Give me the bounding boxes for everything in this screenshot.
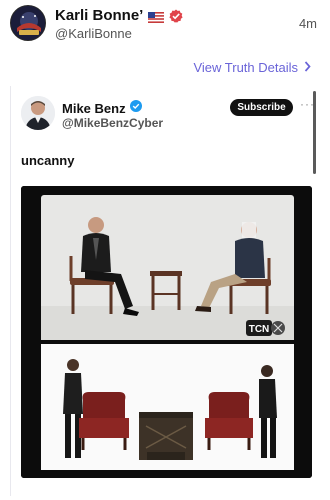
chevron-right-icon: [304, 60, 311, 75]
avatar[interactable]: [10, 5, 46, 41]
quoted-author-name[interactable]: Mike Benz: [62, 101, 126, 116]
verified-check-icon: [129, 99, 142, 117]
subscribe-button[interactable]: Subscribe: [230, 99, 293, 116]
view-truth-details-label: View Truth Details: [193, 60, 298, 75]
quoted-author-name-row: Mike Benz: [62, 99, 142, 117]
quoted-post-text: uncanny: [21, 153, 75, 168]
quoted-author-handle[interactable]: @MikeBenzCyber: [62, 116, 163, 130]
center-chest: [139, 412, 193, 460]
author-handle[interactable]: @KarliBonne: [55, 26, 132, 41]
quoted-post-card[interactable]: Mike Benz @MikeBenzCyber Subscribe ··· u…: [10, 86, 322, 496]
scrollbar[interactable]: [313, 91, 316, 174]
video-media[interactable]: TCN: [21, 186, 312, 478]
verified-badge-icon: [169, 9, 183, 23]
view-truth-details-link[interactable]: View Truth Details: [193, 60, 311, 75]
us-flag-icon: [148, 10, 165, 23]
svg-text:TCN: TCN: [249, 324, 270, 335]
post-timestamp: 4m: [298, 16, 317, 31]
tcn-watermark-icon: TCN: [246, 320, 286, 336]
post-header: Karli Bonne’ @KarliBonne 4m: [0, 0, 330, 52]
quoted-author-avatar[interactable]: [21, 96, 55, 130]
author-name-row: Karli Bonne’: [55, 7, 183, 24]
author-name[interactable]: Karli Bonne’: [55, 7, 143, 24]
